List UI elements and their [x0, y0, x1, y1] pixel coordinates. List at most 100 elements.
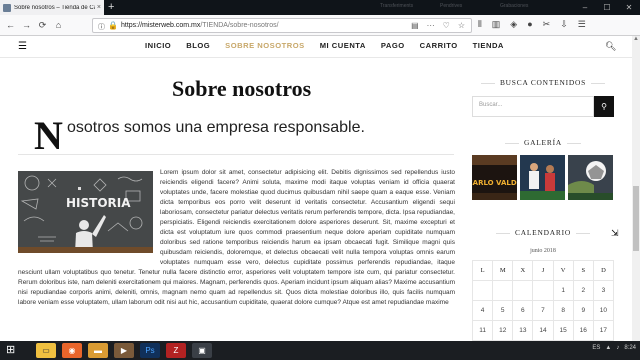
maximize-button[interactable]: ☐	[596, 0, 618, 15]
sidebar-icon[interactable]: ▥	[492, 19, 501, 30]
page-scrollbar[interactable]: ▲	[632, 36, 640, 341]
photoshop-icon[interactable]: Ps	[140, 343, 160, 358]
app-icon[interactable]: ▣	[192, 343, 212, 358]
search-icon[interactable]: 🔍︎	[605, 41, 616, 52]
nav-item-pago[interactable]: PAGO	[381, 41, 405, 50]
calendar-day[interactable]: 13	[512, 320, 534, 341]
calendar-day[interactable]: 12	[492, 320, 514, 341]
gallery-caption: CARLO VALDE	[472, 179, 517, 187]
weekday-header: M	[492, 260, 514, 281]
network-icon[interactable]: ▲	[605, 345, 611, 351]
firefox-icon[interactable]: ◉	[62, 343, 82, 358]
gallery-image-football-players[interactable]	[520, 155, 565, 200]
sidebar-search-button[interactable]: ⚲	[594, 96, 614, 117]
file-explorer-icon[interactable]: ▭	[36, 343, 56, 358]
weekday-header: D	[592, 260, 615, 281]
close-window-button[interactable]: ✕	[618, 0, 640, 15]
scroll-thumb[interactable]	[633, 186, 639, 251]
reload-icon[interactable]: ⟳	[36, 19, 49, 32]
gallery-image-goalkeeper[interactable]	[568, 155, 613, 200]
window-controls: – ☐ ✕	[574, 0, 640, 15]
lead-text: osotros somos una empresa responsable.	[67, 119, 365, 136]
nav-item-inicio[interactable]: INICIO	[145, 41, 171, 50]
calendar-day[interactable]: 17	[592, 320, 615, 341]
weekday-header: J	[532, 260, 554, 281]
system-tray: ES ▲ ♪ 8:24	[592, 345, 636, 351]
screenshot-icon[interactable]: ✂	[543, 19, 551, 30]
volume-icon[interactable]: ♪	[616, 345, 619, 351]
url-path: /TIENDA/sobre-nosotros/	[200, 22, 279, 29]
site-favicon-icon	[3, 3, 11, 12]
sidebar: BUSCA CONTENIDOS Buscar... ⚲ GALERÍA CAR…	[471, 58, 615, 341]
bookmark-star-icon[interactable]: ☆	[458, 21, 465, 30]
pocket-icon[interactable]: ♡	[443, 21, 450, 30]
nav-item-blog[interactable]: BLOG	[186, 41, 210, 50]
gallery-image-carlo-valde[interactable]: CARLO VALDE	[472, 155, 517, 200]
media-app-icon[interactable]: ▶	[114, 343, 134, 358]
padlock-icon[interactable]: 🔒	[108, 21, 118, 30]
clock[interactable]: 8:24	[624, 345, 636, 351]
calendar-day[interactable]: 1	[552, 280, 574, 301]
browser-tab-active[interactable]: Sobre nosotros – Tienda de Cas ×	[0, 0, 104, 15]
nav-item-tienda[interactable]: TIENDA	[473, 41, 504, 50]
tab-close-icon[interactable]: ×	[97, 4, 101, 11]
calendar-day[interactable]: 10	[592, 300, 615, 321]
minimize-button[interactable]: –	[574, 0, 596, 15]
faded-tab-1: Transferiments	[380, 3, 414, 9]
nav-item-sobre-nosotros[interactable]: SOBRE NOSOTROS	[225, 41, 305, 50]
folder-icon[interactable]: ▬	[88, 343, 108, 358]
dropcap-letter: N	[34, 113, 63, 158]
info-icon[interactable]: ⓘ	[98, 22, 105, 32]
new-tab-button[interactable]: +	[108, 1, 114, 13]
calendar-day[interactable]: 7	[532, 300, 554, 321]
url-host: https://misterweb.com.mx	[121, 22, 201, 29]
calendar-day[interactable]: 8	[552, 300, 574, 321]
os-taskbar: ⊞ ▭ ◉ ▬ ▶ Ps Z ▣ ES ▲ ♪ 8:24	[0, 341, 640, 360]
sidebar-search-input[interactable]: Buscar...	[472, 96, 594, 117]
nav-item-carrito[interactable]: CARRITO	[420, 41, 458, 50]
calendar-day[interactable]: 5	[492, 300, 514, 321]
calendar-day[interactable]: 11	[471, 320, 494, 341]
menu-icon[interactable]: ☰	[578, 19, 586, 30]
calendar-day[interactable]: 4	[471, 300, 494, 321]
back-arrow-icon[interactable]: ←	[4, 19, 17, 32]
nav-item-mi-cuenta[interactable]: MI CUENTA	[320, 41, 366, 50]
calendar-day[interactable]: 2	[572, 280, 594, 301]
url-text[interactable]: https://misterweb.com.mx/TIENDA/sobre-no…	[121, 22, 279, 29]
windows-start-icon[interactable]: ⊞	[6, 345, 15, 356]
home-icon[interactable]: ⌂	[52, 19, 65, 32]
language-indicator[interactable]: ES	[592, 345, 600, 351]
calendar-week-row: 4 5 6 7 8 9 10	[471, 300, 615, 321]
calendar-day[interactable]: 16	[572, 320, 594, 341]
more-actions-icon[interactable]: ···	[427, 21, 435, 30]
reader-view-icon[interactable]: ▤	[411, 21, 419, 30]
scroll-up-arrow-icon[interactable]: ▲	[632, 36, 640, 44]
hamburger-menu-icon[interactable]: ☰	[18, 41, 27, 52]
tab-title: Sobre nosotros – Tienda de Cas	[14, 4, 95, 11]
url-bar[interactable]: ⓘ 🔒 https://misterweb.com.mx/TIENDA/sobr…	[92, 18, 472, 33]
extension-icon[interactable]: ◈	[510, 19, 517, 30]
page-content: Sobre nosotros N osotros somos una empre…	[0, 58, 632, 341]
calendar-day[interactable]: 9	[572, 300, 594, 321]
library-icon[interactable]: ⫴	[478, 19, 482, 30]
site-menu: ☰ INICIO BLOG SOBRE NOSOTROS MI CUENTA P…	[0, 36, 632, 58]
toolbar-right-icons: ⫴ ▥ ◈ ● ✂ ⇩ ☰	[478, 19, 586, 30]
calendar-day[interactable]: 3	[592, 280, 615, 301]
urlbar-actions: ▤ ··· ♡ ☆	[411, 21, 465, 30]
weekday-header: V	[552, 260, 574, 281]
gallery-title: GALERÍA	[472, 138, 614, 147]
weekday-header: S	[572, 260, 594, 281]
calendar-day[interactable]: 6	[512, 300, 534, 321]
calendar-day[interactable]: 14	[532, 320, 554, 341]
download-icon[interactable]: ⇩	[560, 19, 568, 30]
browser-navbar: ← → ⟳ ⌂ ⓘ 🔒 https://misterweb.com.mx/TIE…	[0, 15, 640, 36]
calendar-table: L M X J V S D 1 2 3 4 5 6 7 8 9 10 11 12…	[471, 260, 615, 341]
magnifier-icon: ⚲	[601, 102, 607, 111]
calendar-day[interactable]: 15	[552, 320, 574, 341]
calendar-weekday-row: L M X J V S D	[471, 260, 615, 281]
account-icon[interactable]: ●	[527, 19, 532, 30]
faded-tab-2: Pendrives	[440, 3, 463, 9]
filezilla-icon[interactable]: Z	[166, 343, 186, 358]
forward-arrow-icon[interactable]: →	[20, 19, 33, 32]
mouse-cursor-icon: ⇲	[611, 228, 619, 238]
